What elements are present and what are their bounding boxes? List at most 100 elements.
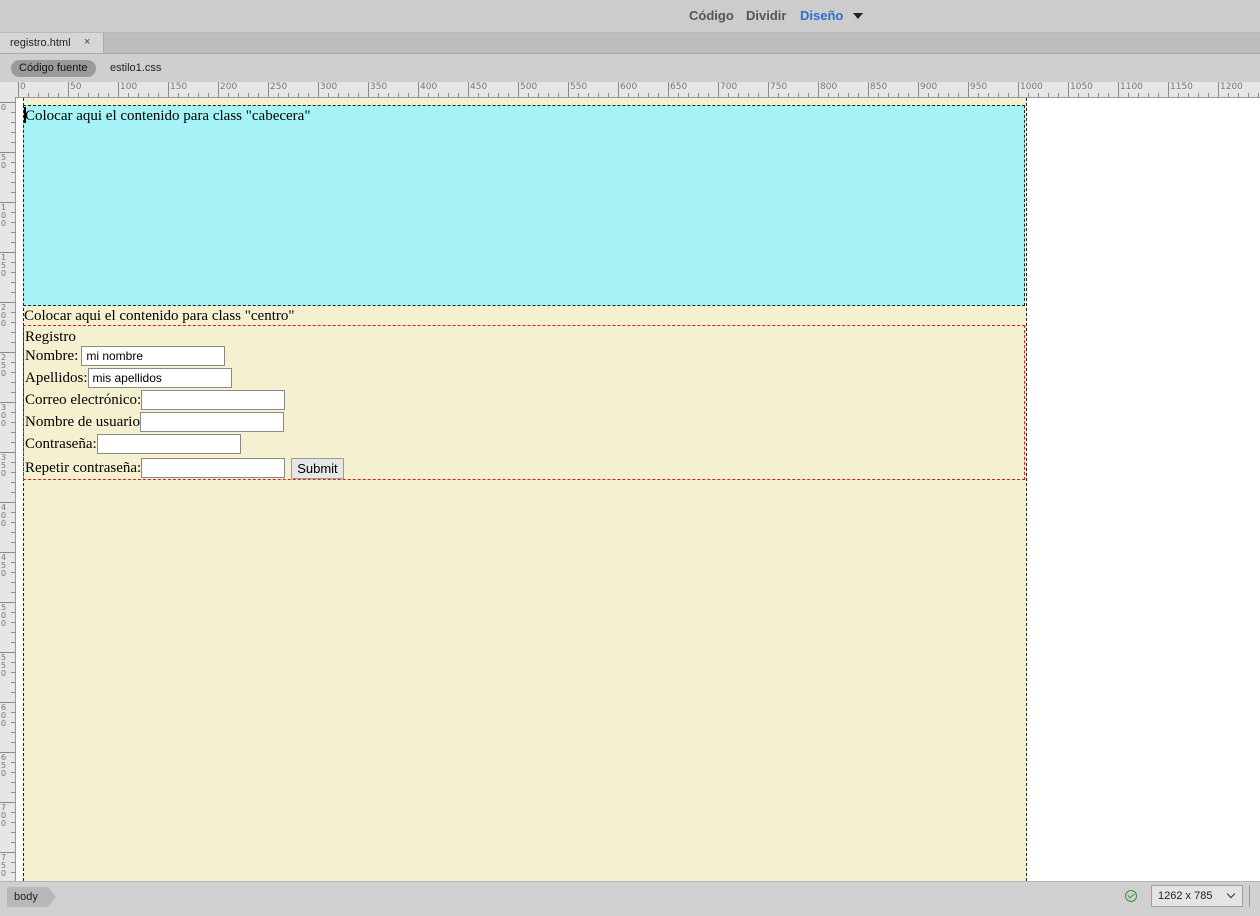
submit-button[interactable]: Submit <box>291 457 344 479</box>
ruler-tick <box>11 122 15 123</box>
repetir-input[interactable] <box>141 458 286 478</box>
ruler-tick <box>358 93 359 97</box>
correo-input[interactable] <box>141 390 286 410</box>
apellidos-input[interactable] <box>87 368 232 388</box>
ruler-tick <box>838 93 839 97</box>
ruler-tick <box>11 562 15 563</box>
form-row-repetir: Repetir contraseña: Submit <box>25 457 344 479</box>
ruler-tick <box>11 342 15 343</box>
window-size-select[interactable]: 1262 x 785 <box>1151 885 1243 907</box>
usuario-input[interactable] <box>139 412 284 432</box>
ruler-tick <box>11 512 15 513</box>
ruler-tick <box>908 93 909 97</box>
ruler-tick <box>11 742 15 743</box>
ruler-tick <box>158 93 159 97</box>
ruler-tick <box>698 93 699 97</box>
ruler-tick <box>11 682 15 683</box>
ruler-tick <box>1198 93 1199 97</box>
ruler-tick <box>11 242 15 243</box>
ruler-tick <box>378 93 379 97</box>
ruler-label: 700 <box>1 803 7 828</box>
view-toolbar: Código Dividir Diseño <box>0 0 1260 33</box>
ruler-label: 300 <box>1 403 7 428</box>
ruler-label: 0 <box>20 82 26 92</box>
ruler-tick <box>11 392 15 393</box>
design-canvas: Colocar aqui el contenido para class "ca… <box>16 98 1260 881</box>
ruler-label: 450 <box>470 82 488 92</box>
ruler-tick <box>48 93 49 97</box>
ruler-tick <box>11 362 15 363</box>
ruler-label: 900 <box>920 82 938 92</box>
ruler-tick <box>11 482 15 483</box>
ruler-tick <box>11 782 15 783</box>
ruler-tick <box>1148 93 1149 97</box>
ruler-tick <box>11 712 15 713</box>
ruler-tick <box>11 582 15 583</box>
ruler-tick <box>11 622 15 623</box>
form-row-contrasena: Contraseña: <box>25 433 241 455</box>
ruler-tick <box>678 93 679 97</box>
ruler-tick <box>1088 93 1089 97</box>
tag-selector-body[interactable]: body <box>7 887 56 907</box>
ruler-tick <box>808 93 809 97</box>
ruler-label: 1150 <box>1170 82 1193 92</box>
ruler-tick <box>628 93 629 97</box>
view-dropdown-icon[interactable] <box>853 13 863 19</box>
contrasena-input[interactable] <box>96 434 241 454</box>
nombre-input[interactable] <box>81 346 226 366</box>
ruler-tick <box>298 93 299 97</box>
form-row-apellidos: Apellidos: <box>25 367 232 389</box>
view-code-button[interactable]: Código <box>689 8 734 23</box>
ruler-tick <box>1078 93 1079 97</box>
ruler-label: 250 <box>270 82 288 92</box>
ruler-tick <box>11 312 15 313</box>
ruler-tick <box>1008 93 1009 97</box>
ruler-tick <box>88 93 89 97</box>
ruler-tick <box>938 93 939 97</box>
ruler-tick <box>258 93 259 97</box>
ruler-tick <box>448 93 449 97</box>
ruler-tick <box>708 93 709 97</box>
ruler-tick <box>598 93 599 97</box>
ruler-tick <box>758 93 759 97</box>
ruler-tick <box>618 82 619 97</box>
ruler-tick <box>11 212 15 213</box>
ruler-tick <box>11 542 15 543</box>
ruler-tick <box>1058 93 1059 97</box>
ruler-tick <box>728 93 729 97</box>
close-icon[interactable]: × <box>84 36 90 48</box>
ruler-tick <box>11 232 15 233</box>
ruler-label: 950 <box>970 82 988 92</box>
ruler-tick <box>11 762 15 763</box>
ruler-tick <box>1188 93 1189 97</box>
ruler-tick <box>11 722 15 723</box>
ruler-tick <box>768 82 769 97</box>
ruler-tick <box>518 82 519 97</box>
cabecera-region[interactable]: Colocar aqui el contenido para class "ca… <box>23 105 1025 306</box>
ruler-label: 750 <box>1 853 7 878</box>
view-design-button[interactable]: Diseño <box>800 8 843 23</box>
ruler-tick <box>11 822 15 823</box>
ruler-tick <box>828 93 829 97</box>
ruler-label: 650 <box>1 753 7 778</box>
form-row-correo: Correo electrónico: <box>25 389 286 411</box>
ruler-tick <box>918 82 919 97</box>
source-code-button[interactable]: Código fuente <box>11 60 96 77</box>
ruler-tick <box>408 93 409 97</box>
document-tab[interactable]: registro.html × <box>0 33 104 53</box>
ruler-tick <box>11 142 15 143</box>
ruler-tick <box>558 93 559 97</box>
ruler-tick <box>308 93 309 97</box>
related-file-css[interactable]: estilo1.css <box>110 62 161 74</box>
ruler-tick <box>458 93 459 97</box>
ruler-label: 500 <box>1 603 7 628</box>
ruler-label: 850 <box>870 82 888 92</box>
correo-label: Correo electrónico: <box>25 391 142 408</box>
ruler-tick <box>11 632 15 633</box>
ruler-tick <box>958 93 959 97</box>
view-split-button[interactable]: Dividir <box>746 8 786 23</box>
ruler-tick <box>108 93 109 97</box>
ruler-tick <box>11 612 15 613</box>
ruler-tick <box>438 93 439 97</box>
ruler-tick <box>178 93 179 97</box>
